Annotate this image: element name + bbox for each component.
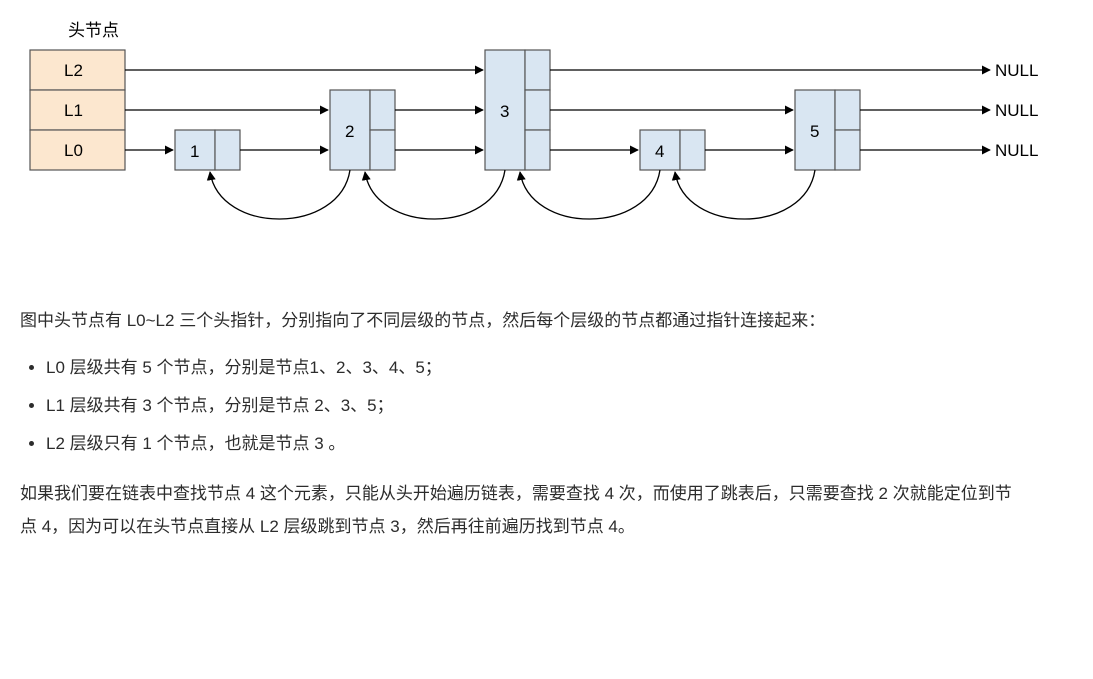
node-1-label: 1 (190, 142, 199, 161)
arrow-back-5-4 (675, 170, 815, 219)
node-4-label: 4 (655, 142, 664, 161)
node-5: 5 (795, 90, 860, 170)
null-l0: NULL (995, 141, 1038, 160)
arrow-back-3-2 (365, 170, 505, 219)
node-3: 3 (485, 50, 550, 170)
arrow-back-4-3 (520, 170, 660, 219)
node-5-label: 5 (810, 122, 819, 141)
skip-list-diagram: 头节点 L2 L1 L0 1 2 3 4 5 (20, 20, 1070, 281)
paragraph-1: 图中头节点有 L0~L2 三个头指针，分别指向了不同层级的节点，然后每个层级的节… (20, 305, 1020, 337)
list-item-l1: L1 层级共有 3 个节点，分别是节点 2、3、5； (46, 390, 1020, 422)
arrow-back-2-1 (210, 170, 350, 219)
explanation-text: 图中头节点有 L0~L2 三个头指针，分别指向了不同层级的节点，然后每个层级的节… (20, 305, 1020, 543)
level-summary-list: L0 层级共有 5 个节点，分别是节点1、2、3、4、5； L1 层级共有 3 … (20, 352, 1020, 461)
node-2-label: 2 (345, 122, 354, 141)
head-node: L2 L1 L0 (30, 50, 125, 170)
paragraph-2: 如果我们要在链表中查找节点 4 这个元素，只能从头开始遍历链表，需要查找 4 次… (20, 478, 1020, 543)
level-label-l1: L1 (64, 101, 83, 120)
level-label-l2: L2 (64, 61, 83, 80)
level-label-l0: L0 (64, 141, 83, 160)
null-l1: NULL (995, 101, 1038, 120)
node-3-label: 3 (500, 102, 509, 121)
node-4: 4 (640, 130, 705, 170)
null-l2: NULL (995, 61, 1038, 80)
node-1: 1 (175, 130, 240, 170)
list-item-l0: L0 层级共有 5 个节点，分别是节点1、2、3、4、5； (46, 352, 1020, 384)
list-item-l2: L2 层级只有 1 个节点，也就是节点 3 。 (46, 428, 1020, 460)
node-2: 2 (330, 90, 395, 170)
head-title: 头节点 (68, 21, 119, 40)
